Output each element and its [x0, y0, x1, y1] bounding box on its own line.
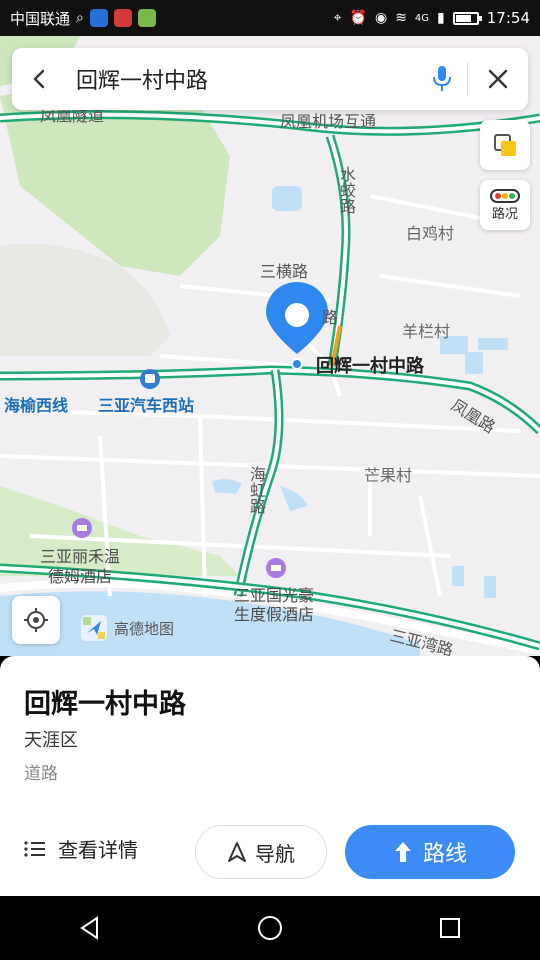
- location-icon: ⌖: [333, 10, 342, 26]
- carrier-label: 中国联通: [10, 9, 71, 28]
- map-label-bus-station[interactable]: 三亚汽车西站: [98, 392, 194, 416]
- amap-logo: 高德地图: [80, 614, 174, 642]
- system-nav-bar: [0, 896, 540, 960]
- route-arrow-icon: [394, 842, 411, 862]
- wifi-icon: ≋: [395, 10, 407, 26]
- alarm-icon: ⏰: [349, 10, 367, 26]
- place-title: 回辉一村中路: [24, 689, 186, 720]
- triangle-back-icon: [80, 916, 98, 940]
- traffic-light-icon: [490, 188, 520, 203]
- map-label-airport-interchange: 凤凰机场互通: [280, 112, 377, 131]
- traffic-button[interactable]: 路况: [480, 180, 530, 230]
- network-type: 4G: [414, 12, 430, 24]
- locate-me-button[interactable]: [12, 596, 60, 644]
- map-label-yanglan-village: 羊栏村: [402, 322, 451, 341]
- search-bar: 回辉一村中路: [12, 48, 528, 110]
- money-notification-icon: [137, 9, 156, 27]
- eye-icon: ◉: [374, 10, 388, 26]
- clock: 17:54: [486, 9, 530, 27]
- navigation-arrow-icon: [228, 842, 246, 862]
- square-recents-icon: [440, 918, 460, 938]
- place-district: 天涯区: [24, 730, 78, 751]
- navigate-button[interactable]: 导航: [195, 825, 327, 879]
- clear-search-button[interactable]: [468, 48, 528, 110]
- place-category: 道路: [24, 764, 58, 784]
- map-label-sanheng-road: 三横路: [260, 262, 309, 281]
- search-query[interactable]: 回辉一村中路: [68, 63, 417, 95]
- voice-search-button[interactable]: [417, 48, 467, 110]
- status-bar: 中国联通 ⌕ ⌖ ⏰ ◉ ≋ 4G ▮ 17:54: [0, 0, 540, 36]
- map-label-hotel2-line2[interactable]: 生度假酒店: [234, 601, 314, 625]
- map-label-selected-poi[interactable]: 回辉一村中路: [316, 352, 424, 378]
- battery-icon: [452, 11, 482, 25]
- back-arrow-icon: [33, 69, 45, 89]
- nav-home-button[interactable]: [240, 898, 300, 958]
- list-icon: [24, 840, 45, 857]
- map-label-haiyu-west: 海榆西线: [4, 396, 69, 415]
- route-label: 路线: [422, 842, 467, 867]
- close-icon: [488, 69, 508, 89]
- navigate-label: 导航: [255, 841, 295, 866]
- view-details-button[interactable]: 查看详情: [24, 834, 138, 863]
- map-view[interactable]: 凤凰隧道 凤凰机场互通 水蛟路 白鸡村 三横路 路 羊栏村 回辉一村中路 海榆西…: [0, 36, 540, 656]
- traffic-label: 路况: [491, 206, 518, 222]
- bank-notification-icon: [113, 9, 132, 27]
- map-label-hotel1-line2[interactable]: 德姆酒店: [48, 563, 112, 587]
- circle-home-icon: [258, 916, 282, 940]
- nav-recents-button[interactable]: [420, 898, 480, 958]
- back-button[interactable]: [12, 48, 68, 110]
- place-detail-sheet: 回辉一村中路 天涯区 道路 查看详情 导航 路线: [0, 656, 540, 896]
- signal-icon: ▮: [437, 10, 445, 26]
- map-label-road-fragment: 路: [322, 308, 339, 327]
- amap-logo-icon: [81, 615, 107, 641]
- map-label-baiji-village: 白鸡村: [406, 224, 455, 243]
- layers-icon: [494, 134, 516, 156]
- search-notification-icon: ⌕: [76, 10, 84, 26]
- amap-logo-text: 高德地图: [114, 619, 175, 638]
- nav-back-button[interactable]: [60, 898, 120, 958]
- route-button[interactable]: 路线: [345, 825, 515, 879]
- view-details-label: 查看详情: [58, 838, 138, 862]
- microphone-icon: [433, 66, 451, 91]
- map-label-haihong-road: 海虹路: [247, 466, 266, 514]
- locate-icon: [24, 608, 48, 632]
- map-label-shuijiao-road: 水蛟路: [337, 166, 356, 214]
- map-label-mangguo-village: 芒果村: [364, 466, 413, 485]
- app-notification-icon: [89, 9, 108, 27]
- layers-button[interactable]: [480, 120, 530, 170]
